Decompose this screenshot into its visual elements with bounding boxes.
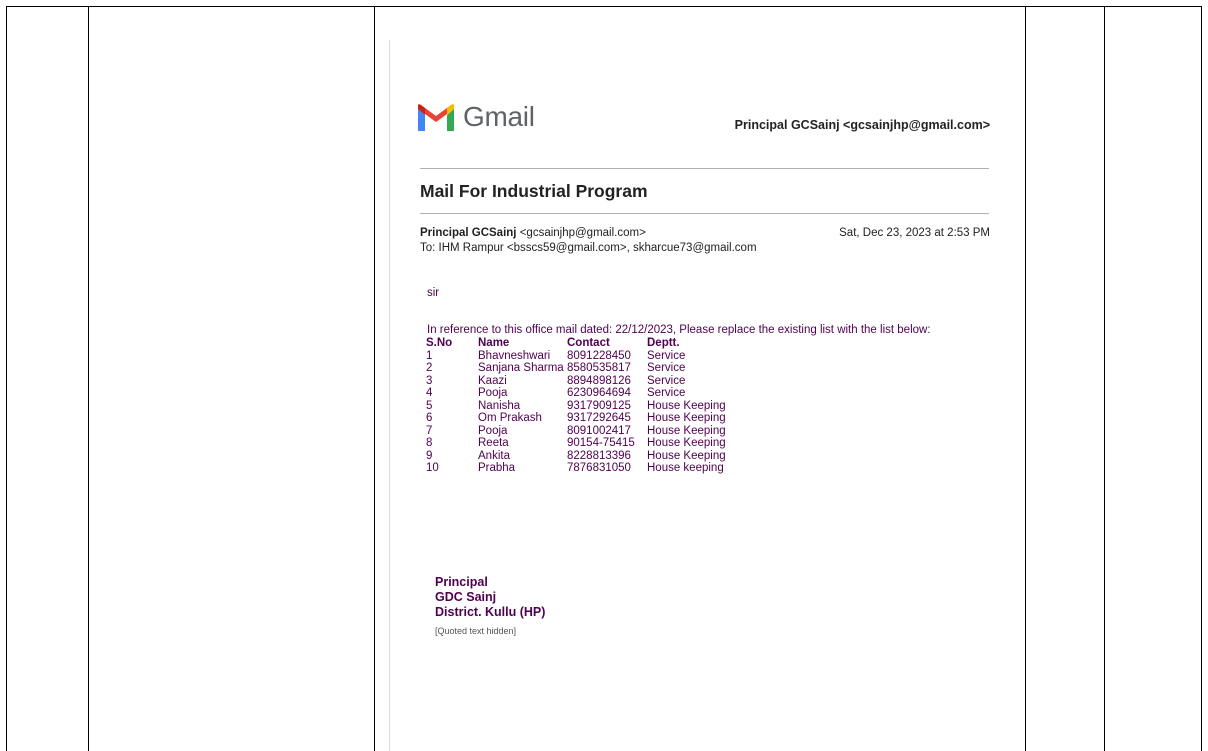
page-frame-edge bbox=[389, 40, 390, 751]
cell-contact: 7876831050 bbox=[567, 462, 631, 474]
table-border bbox=[88, 6, 89, 751]
table-header-row: S.No Name Contact Deptt. bbox=[426, 337, 726, 350]
gmail-logo-text: Gmail bbox=[463, 101, 535, 132]
signature-line: GDC Sainj bbox=[435, 590, 497, 604]
cell-name: Prabha bbox=[478, 462, 516, 474]
cell-name: Pooja bbox=[478, 387, 508, 399]
cell-sno: 2 bbox=[426, 362, 433, 374]
cell-sno: 10 bbox=[426, 462, 439, 474]
cell-sno: 6 bbox=[426, 412, 433, 424]
cell-sno: 5 bbox=[426, 399, 433, 412]
header-deptt: Deptt. bbox=[647, 337, 680, 349]
cell-contact: 8580535817 bbox=[567, 362, 631, 374]
account-label: Principal GCSainj <gcsainjhp@gmail.com> bbox=[734, 118, 990, 132]
cell-deptt: Service bbox=[647, 362, 686, 374]
table-row: 5 Nanisha 9317909125 House Keeping bbox=[426, 400, 726, 413]
sender-email: <gcsainjhp@gmail.com> bbox=[519, 227, 646, 239]
header-contact: Contact bbox=[567, 337, 610, 349]
header-name: Name bbox=[478, 337, 510, 349]
cell-sno: 4 bbox=[426, 387, 433, 399]
cell-sno: 8 bbox=[426, 437, 433, 449]
cell-contact: 8894898126 bbox=[567, 374, 631, 387]
table-border bbox=[1104, 6, 1105, 751]
divider bbox=[420, 213, 989, 214]
cell-contact: 90154-75415 bbox=[567, 437, 635, 449]
cell-deptt: Service bbox=[647, 387, 686, 399]
table-row: 6 Om Prakash 9317292645 House Keeping bbox=[426, 412, 726, 425]
email-subject: Mail For Industrial Program bbox=[420, 181, 648, 201]
sender-name: Principal GCSainj bbox=[420, 227, 517, 239]
cell-contact: 9317909125 bbox=[567, 399, 631, 412]
cell-deptt: House Keeping bbox=[647, 412, 726, 424]
cell-contact: 8091002417 bbox=[567, 424, 631, 437]
table-row: 7 Pooja 8091002417 House Keeping bbox=[426, 425, 726, 438]
cell-sno: 9 bbox=[426, 449, 433, 462]
cell-deptt: House Keeping bbox=[647, 399, 726, 412]
table-border bbox=[1201, 6, 1202, 751]
table-row: 10 Prabha 7876831050 House keeping bbox=[426, 462, 726, 475]
reference-line: In reference to this office mail dated: … bbox=[427, 324, 931, 336]
cell-deptt: House Keeping bbox=[647, 437, 726, 449]
gmail-logo-icon bbox=[418, 104, 454, 131]
cell-contact: 9317292645 bbox=[567, 412, 631, 424]
header-sno: S.No bbox=[426, 337, 453, 349]
cell-name: Om Prakash bbox=[478, 412, 542, 424]
signature-line: District. Kullu (HP) bbox=[435, 605, 546, 619]
cell-sno: 1 bbox=[426, 349, 433, 362]
table-row: 4 Pooja 6230964694 Service bbox=[426, 387, 726, 400]
cell-name: Nanisha bbox=[478, 399, 521, 412]
table-body: 1 Bhavneshwari 8091228450 Service 2 Sanjana S… bbox=[426, 350, 726, 475]
staff-table: S.No Name Contact Deptt. 1 Bhavneshwari 80… bbox=[426, 337, 726, 475]
greeting: sir bbox=[427, 287, 440, 299]
cell-name: Kaazi bbox=[478, 374, 507, 387]
cell-name: Sanjana Sharma bbox=[478, 362, 564, 374]
cell-deptt: Service bbox=[647, 374, 686, 387]
cell-name: Bhavneshwari bbox=[478, 349, 551, 362]
cell-deptt: Service bbox=[647, 349, 686, 362]
table-border bbox=[374, 6, 375, 751]
divider bbox=[420, 168, 989, 169]
table-border bbox=[6, 6, 7, 751]
recipients: To: IHM Rampur <bsscs59@gmail.com>, skha… bbox=[420, 242, 757, 254]
table-row: 9 Ankita 8228813396 House Keeping bbox=[426, 450, 726, 463]
table-row: 1 Bhavneshwari 8091228450 Service bbox=[426, 350, 726, 363]
table-top-border bbox=[6, 6, 1202, 7]
cell-deptt: House Keeping bbox=[647, 424, 726, 437]
cell-name: Pooja bbox=[478, 424, 508, 437]
table-row: 8 Reeta 90154-75415 House Keeping bbox=[426, 437, 726, 450]
quoted-text-hidden[interactable]: [Quoted text hidden] bbox=[435, 626, 516, 636]
cell-sno: 3 bbox=[426, 374, 433, 387]
signature-line: Principal bbox=[435, 575, 488, 589]
signature: Principal GDC Sainj District. Kullu (HP) bbox=[435, 575, 545, 620]
cell-name: Ankita bbox=[478, 449, 510, 462]
table-row: 2 Sanjana Sharma 8580535817 Service bbox=[426, 362, 726, 375]
table-row: 3 Kaazi 8894898126 Service bbox=[426, 375, 726, 388]
email-date: Sat, Dec 23, 2023 at 2:53 PM bbox=[839, 227, 990, 239]
sender: Principal GCSainj <gcsainjhp@gmail.com> bbox=[420, 227, 646, 239]
cell-sno: 7 bbox=[426, 424, 433, 437]
cell-deptt: House Keeping bbox=[647, 449, 726, 462]
cell-contact: 8091228450 bbox=[567, 349, 631, 362]
table-border bbox=[1025, 6, 1026, 751]
cell-contact: 6230964694 bbox=[567, 387, 631, 399]
cell-name: Reeta bbox=[478, 437, 509, 449]
cell-deptt: House keeping bbox=[647, 462, 724, 474]
cell-contact: 8228813396 bbox=[567, 449, 631, 462]
